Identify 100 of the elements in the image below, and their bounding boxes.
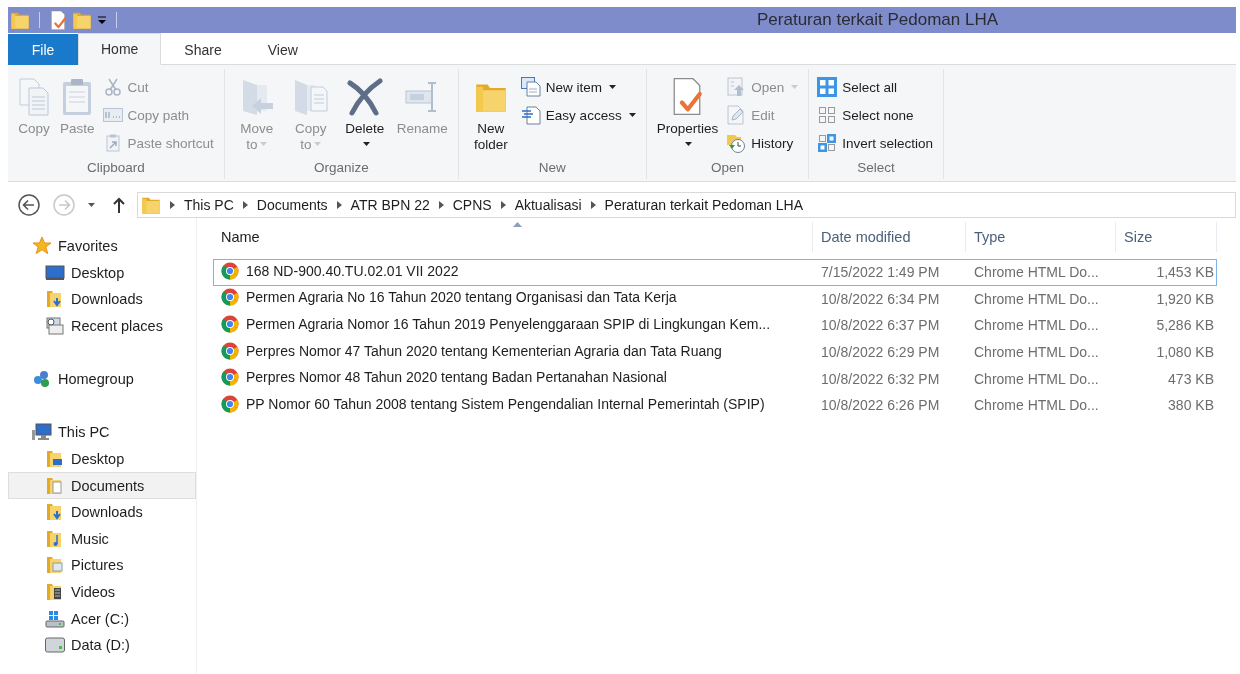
clipboard-icon: [61, 77, 94, 117]
breadcrumb[interactable]: Aktualisasi: [514, 197, 582, 213]
ribbon-button[interactable]: New folder: [464, 73, 517, 160]
file-size: 380 KB: [1168, 397, 1214, 414]
list-icon: [520, 105, 541, 125]
ribbon-tab[interactable]: View: [244, 34, 321, 65]
file-type: Chrome HTML Do...: [974, 290, 1099, 307]
folder-copy-icon: [292, 77, 329, 117]
recent-locations-button[interactable]: [88, 203, 95, 207]
browser-icon: [221, 261, 239, 280]
up-arrow-icon: [113, 197, 125, 213]
select-none-icon: [817, 105, 838, 125]
file-size: 473 KB: [1168, 370, 1214, 387]
date-modified: 10/8/2022 6:29 PM: [821, 344, 940, 361]
group-label: Select: [857, 160, 895, 177]
star-icon: [32, 236, 52, 257]
group-label: Clipboard: [87, 160, 145, 177]
pencil-icon: [727, 105, 746, 125]
nav-item[interactable]: Desktop: [8, 445, 196, 473]
ribbon-button[interactable]: Properties: [652, 73, 723, 160]
browser-icon: [221, 394, 239, 413]
file-row[interactable]: Permen Agraria Nomor 16 Tahun 2019 Penyelenggaraan SPIP di Lingkungan Kem... 10/8/2022 6:37 PM Chrome HTML Do... 5,286 KB: [213, 312, 1217, 339]
date-modified: 10/8/2022 6:26 PM: [821, 397, 940, 414]
back-button[interactable]: [15, 194, 43, 216]
shortcut-icon: [104, 134, 121, 152]
column-header[interactable]: Name: [213, 222, 813, 252]
ribbon-button[interactable]: Easy access: [520, 101, 638, 129]
nav-item[interactable]: Pictures: [8, 552, 196, 579]
nav-item[interactable]: Videos: [8, 578, 196, 606]
breadcrumb[interactable]: Documents: [256, 197, 328, 213]
file-row[interactable]: 168 ND-900.40.TU.02.01 VII 2022 7/15/2022 1:49 PM Chrome HTML Do... 1,453 KB: [213, 259, 1217, 286]
ribbon-button[interactable]: Invert selection: [817, 129, 935, 157]
file-name: Perpres Nomor 48 Tahun 2020 tentang Badan Pertanahan Nasional: [221, 368, 667, 387]
file-name: 168 ND-900.40.TU.02.01 VII 2022: [221, 261, 459, 280]
file-row[interactable]: Perpres Nomor 47 Tahun 2020 tentang Kementerian Agraria dan Tata Ruang 10/8/2022 6:29 PM Chrome HTML Do... 1,080 KB: [213, 338, 1217, 366]
ribbon-button[interactable]: Select all: [817, 73, 935, 101]
chevron-icon: [170, 201, 175, 209]
sort-arrow-icon: [512, 222, 522, 227]
computer-icon: [32, 422, 52, 443]
file-row[interactable]: Perpres Nomor 48 Tahun 2020 tentang Badan Pertanahan Nasional 10/8/2022 6:32 PM Chrome HTML Do... 473 KB: [213, 365, 1217, 392]
nav-item[interactable]: Recent places: [8, 312, 196, 340]
pictures-folder-icon: [45, 555, 65, 576]
path-icon: [102, 108, 123, 122]
nav-item[interactable]: This PC: [8, 419, 196, 446]
folder-icon: [72, 10, 92, 30]
nav-item[interactable]: Desktop: [8, 259, 196, 287]
ribbon-button[interactable]: Select none: [817, 101, 935, 129]
chevron-icon: [438, 201, 444, 209]
ribbon-button[interactable]: History: [726, 129, 801, 157]
breadcrumb[interactable]: Peraturan terkait Pedoman LHA: [604, 197, 803, 213]
date-modified: 7/15/2022 1:49 PM: [821, 264, 940, 281]
breadcrumb[interactable]: CPNS: [452, 197, 492, 213]
nav-item[interactable]: Music: [8, 525, 196, 553]
documents-folder-icon: [45, 475, 65, 496]
invert-selection-icon: [817, 133, 838, 153]
ribbon-tab[interactable]: Home: [78, 33, 162, 65]
breadcrumb[interactable]: This PC: [184, 197, 234, 213]
file-row[interactable]: PP Nomor 60 Tahun 2008 tentang Sistem Pengendalian Internal Pemerintah (SPIP) 10/8/2022 6:26 PM Chrome HTML Do... 380 KB: [213, 391, 1217, 419]
file-type: Chrome HTML Do...: [974, 344, 1099, 361]
drive-icon: [45, 635, 65, 656]
group-label: New: [538, 160, 566, 177]
nav-item[interactable]: Homegroup: [8, 365, 196, 393]
file-size: 1,080 KB: [1156, 344, 1214, 361]
file-type: Chrome HTML Do...: [974, 264, 1099, 281]
nav-item[interactable]: Documents: [8, 472, 196, 499]
caret-icon: [88, 203, 95, 207]
document-check-icon: [49, 9, 67, 31]
nav-item[interactable]: Acer (C:): [8, 605, 196, 632]
breadcrumb[interactable]: ATR BPN 22: [350, 197, 430, 213]
file-row[interactable]: Permen Agraria No 16 Tahun 2020 tentang Organisasi dan Tata Kerja 10/8/2022 6:34 PM Chrome HTML Do... 1,920 KB: [213, 285, 1217, 313]
monitor-icon: [45, 262, 65, 283]
nav-item[interactable]: Downloads: [8, 498, 196, 526]
file-type: Chrome HTML Do...: [974, 370, 1099, 387]
folder-icon: [141, 195, 161, 215]
nav-item[interactable]: Favorites: [8, 233, 196, 260]
column-header[interactable]: Size: [1116, 222, 1217, 252]
nav-item[interactable]: Downloads: [8, 286, 196, 313]
recent-places-icon: [45, 316, 65, 337]
ribbon-button[interactable]: Delete: [338, 73, 391, 160]
file-name: Perpres Nomor 47 Tahun 2020 tentang Kementerian Agraria dan Tata Ruang: [221, 341, 722, 360]
homegroup-icon: [32, 369, 52, 390]
ribbon-button[interactable]: New item: [520, 73, 638, 101]
customize-icon: [97, 15, 107, 25]
browser-icon: [221, 368, 239, 387]
file-name: Permen Agraria Nomor 16 Tahun 2019 Penyelenggaraan SPIP di Lingkungan Kem...: [221, 315, 771, 333]
file-size: 1,920 KB: [1156, 290, 1214, 307]
ribbon-tab[interactable]: File: [8, 34, 78, 65]
open-icon: [727, 77, 746, 97]
window-title: Peraturan terkait Pedoman LHA: [757, 10, 998, 30]
nav-item[interactable]: Data (D:): [8, 631, 196, 659]
system-drive-icon: [45, 608, 65, 629]
ribbon-tab[interactable]: Share: [161, 34, 245, 65]
column-header[interactable]: Type: [966, 222, 1116, 252]
column-header[interactable]: Date modified: [813, 222, 966, 252]
file-size: 1,453 KB: [1156, 264, 1214, 281]
address-field[interactable]: This PC Documents ATR BPN 22 CPNS Aktualisasi Peraturan terkait Pedoman LHA: [137, 192, 1236, 218]
file-type: Chrome HTML Do...: [974, 397, 1099, 414]
date-modified: 10/8/2022 6:34 PM: [821, 290, 940, 307]
up-button[interactable]: [113, 197, 125, 213]
documents-icon: [18, 77, 50, 117]
